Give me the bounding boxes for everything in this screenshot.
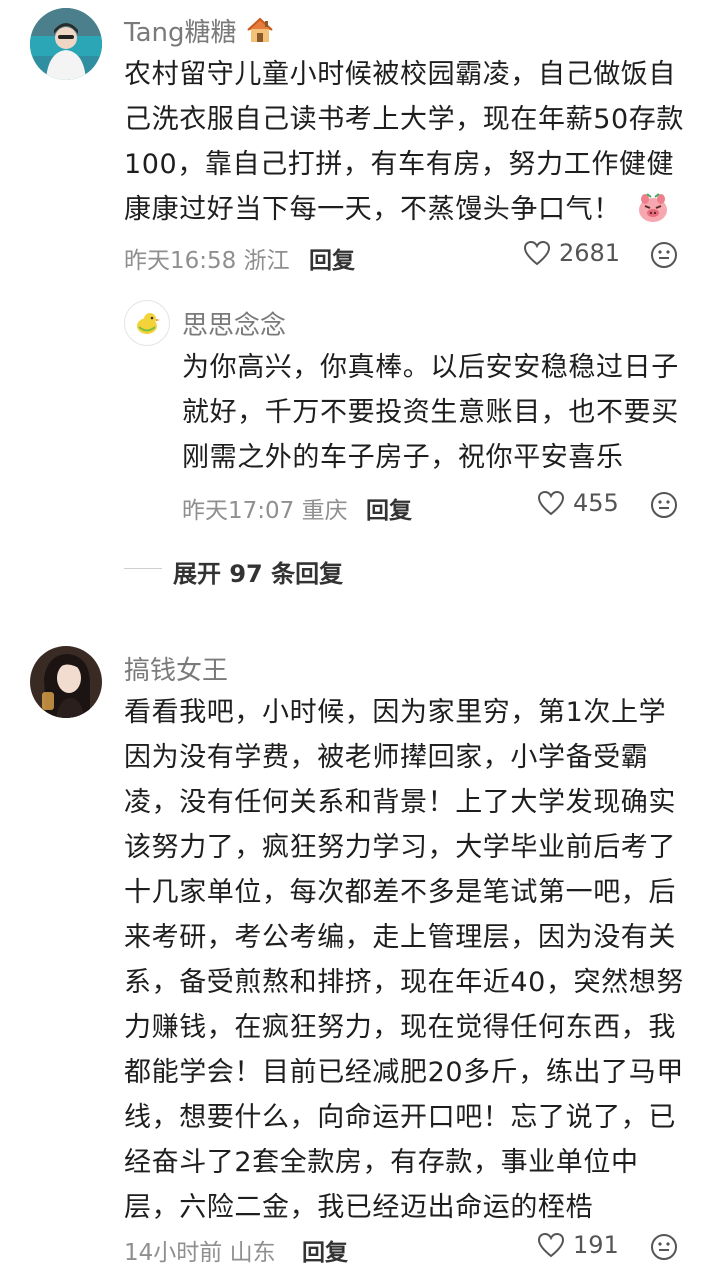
expand-replies-button[interactable]: 展开 97 条回复 — [173, 554, 343, 589]
reply-username[interactable]: 思思念念 — [182, 305, 286, 342]
emoji-reaction-icon[interactable] — [650, 1233, 678, 1261]
heart-icon — [523, 240, 551, 266]
username[interactable]: Tang糖糖 — [124, 12, 275, 51]
avatar[interactable] — [30, 8, 102, 80]
username[interactable]: 搞钱女王 — [124, 650, 228, 687]
reply-button[interactable]: 回复 — [302, 1233, 348, 1267]
reply-meta: 昨天17:07 重庆 — [182, 498, 348, 524]
comment-text: 看看我吧，小时候，因为家里穷，第1次上学因为没有学费，被老师撵回家，小学备受霸凌… — [124, 697, 684, 1223]
avatar[interactable] — [30, 646, 102, 718]
reply-text: 为你高兴，你真棒。以后安安稳稳过日子就好，千万不要投资生意账目，也不要买刚需之外… — [182, 352, 679, 473]
comment-meta: 昨天16:58 浙江 — [124, 248, 290, 274]
house-emoji-icon — [245, 16, 275, 51]
heart-icon — [537, 490, 565, 516]
emoji-reaction-icon[interactable] — [650, 491, 678, 519]
heart-icon — [537, 1232, 565, 1258]
like-button[interactable]: 2681 — [523, 239, 620, 267]
reply-button[interactable]: 回复 — [309, 241, 355, 275]
emoji-reaction-icon[interactable] — [650, 241, 678, 269]
avatar[interactable] — [124, 300, 170, 346]
reply-button[interactable]: 回复 — [366, 491, 412, 525]
like-count: 2681 — [559, 239, 621, 267]
like-count: 455 — [573, 489, 619, 517]
divider — [124, 568, 162, 569]
pig-emoji-icon — [636, 192, 670, 238]
comment-text: 农村留守儿童小时候被校园霸凌，自己做饭自己洗衣服自己读书考上大学，现在年薪50存… — [124, 52, 690, 238]
like-button[interactable]: 191 — [537, 1231, 619, 1259]
like-count: 191 — [573, 1231, 619, 1259]
like-button[interactable]: 455 — [537, 489, 619, 517]
comment-meta: 14小时前 山东 — [124, 1240, 276, 1266]
